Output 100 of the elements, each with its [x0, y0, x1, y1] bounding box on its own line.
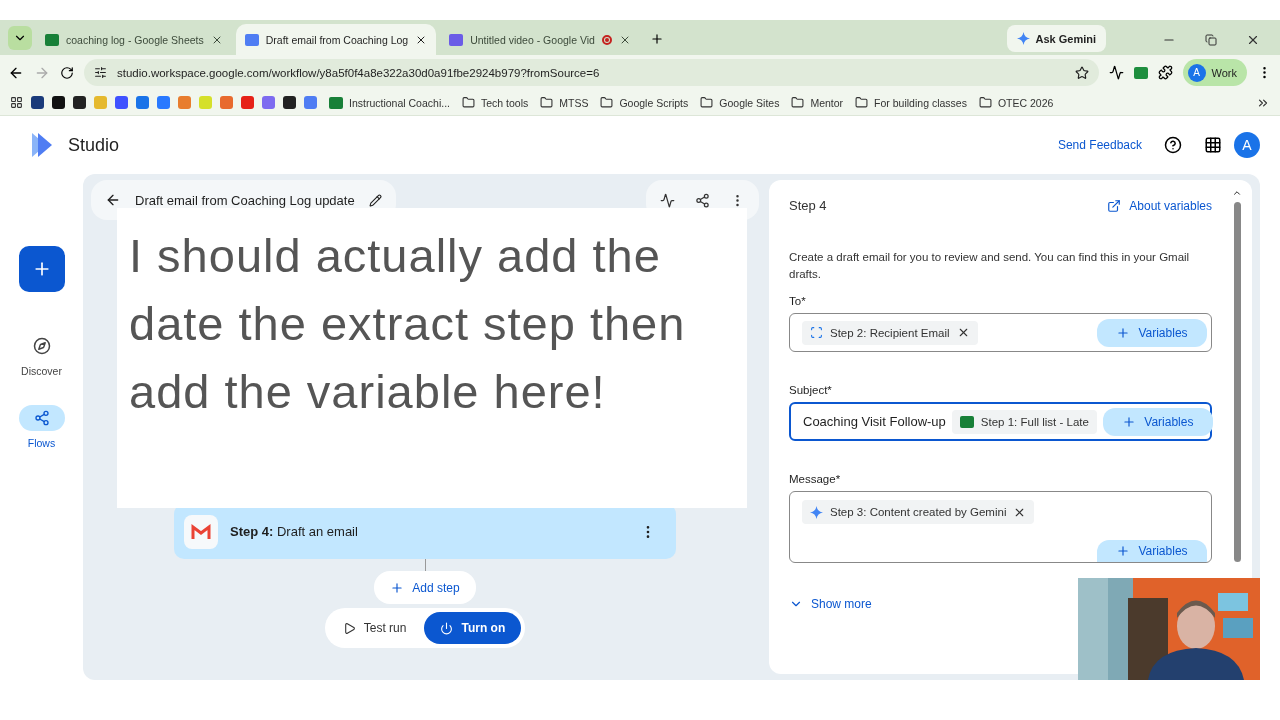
sheets-icon	[329, 96, 343, 109]
field-label: Subject*	[789, 384, 833, 396]
mail-logo-icon	[191, 523, 211, 540]
account-avatar[interactable]: A	[1234, 132, 1260, 158]
bookmark-label: Google Sites	[719, 96, 780, 109]
bookmark-label: Tech tools	[480, 96, 529, 109]
bookmark-link[interactable]: Mentor	[791, 96, 844, 109]
nav-item[interactable]: Flows	[12, 404, 71, 450]
create-button[interactable]	[18, 246, 65, 292]
tab-list-button[interactable]	[8, 26, 32, 50]
bookmark-label: OTEC 2026	[997, 96, 1054, 109]
plus-icon	[1116, 325, 1131, 340]
edit-icon[interactable]	[368, 193, 382, 207]
step-label: Step 4	[789, 198, 827, 213]
bookmark-link[interactable]: Tech tools	[461, 96, 529, 109]
bookmark-icon[interactable]	[73, 96, 86, 109]
add-step-button[interactable]: Add step	[374, 571, 476, 604]
bookmark-label: MTSS	[559, 96, 589, 109]
compass-icon	[32, 337, 51, 355]
field-value: Coaching Visit Follow-up	[803, 414, 946, 429]
app-title: Studio	[68, 134, 120, 156]
folder-icon	[791, 96, 805, 109]
browser-tab[interactable]: coaching log - Google Sheets	[36, 24, 232, 55]
tab-favicon-icon	[244, 33, 259, 46]
input-field[interactable]: Coaching Visit Follow-up Step 1: Full list - Late Variables	[789, 402, 1212, 441]
reload-icon[interactable]	[60, 65, 74, 80]
bookmark-label: Google Scripts	[619, 96, 689, 109]
bookmark-label: Instructional Coachi...	[349, 96, 450, 109]
sparkle-icon	[810, 505, 823, 519]
bookmark-link[interactable]: Google Scripts	[600, 96, 689, 109]
bookmark-link[interactable]: MTSS	[540, 96, 589, 109]
variables-button[interactable]: Variables	[1097, 540, 1207, 562]
test-run-button[interactable]: Test run	[328, 612, 421, 644]
nav-label: Discover	[21, 365, 62, 377]
url-text: studio.workspace.google.com/workflow/y8a5f0f4a8e322a30d0a91fbe2924b979?fromSource=6	[117, 66, 601, 79]
bookmark-icon[interactable]	[283, 96, 296, 109]
bookmark-icon[interactable]	[52, 96, 65, 109]
back-icon[interactable]	[105, 192, 121, 208]
tab-favicon-icon	[449, 33, 464, 46]
plus-icon	[390, 580, 405, 595]
nav-item[interactable]: Discover	[12, 332, 71, 378]
variables-button[interactable]: Variables	[1102, 407, 1213, 436]
browser-tab[interactable]: Draft email from Coaching Log	[235, 24, 437, 55]
input-field[interactable]: Step 2: Recipient Email Variables	[789, 313, 1212, 352]
help-icon[interactable]	[1164, 136, 1182, 154]
folder-icon	[855, 96, 869, 109]
site-settings-icon[interactable]	[94, 66, 107, 79]
extension-icon[interactable]	[1133, 66, 1148, 79]
nav-label: Flows	[27, 437, 56, 449]
flow-title: Draft email from Coaching Log update	[135, 192, 355, 208]
play-icon	[342, 621, 356, 635]
note-overlay: I should actually add the date the extract step then add the variable here!	[117, 208, 747, 508]
star-icon[interactable]	[1074, 65, 1089, 80]
new-tab-icon[interactable]	[649, 32, 664, 46]
field-label: Message*	[789, 473, 842, 485]
bookmark-label: Mentor	[810, 96, 844, 109]
input-field[interactable]: Step 3: Content created by Gemini Variables	[789, 491, 1212, 563]
field-label: To*	[789, 295, 807, 307]
ask-gemini-button[interactable]: Ask Gemini	[1007, 25, 1106, 52]
flows-icon	[33, 410, 50, 426]
profile-label: Work	[1211, 66, 1237, 79]
browser-tab[interactable]: Untitled video - Google Vid	[440, 24, 640, 55]
variable-chip[interactable]: Step 2: Recipient Email	[802, 320, 978, 345]
apps-icon[interactable]	[1204, 136, 1222, 154]
bookmark-link[interactable]: For building classes	[855, 96, 967, 109]
folder-icon	[461, 96, 475, 109]
folder-icon	[700, 96, 714, 109]
plus-icon	[1116, 544, 1131, 558]
external-link-icon	[1107, 198, 1122, 213]
restore-icon[interactable]	[1205, 34, 1217, 46]
bookmark-link[interactable]: Instructional Coachi...	[329, 96, 450, 109]
address-bar[interactable]: studio.workspace.google.com/workflow/y8a5f0f4a8e322a30d0a91fbe2924b979?fromSource=6	[84, 59, 1099, 86]
step-description: Create a draft email for you to review and send. You can find this in your Gmail drafts.	[789, 250, 1191, 282]
scroll-up-icon[interactable]	[1232, 188, 1242, 198]
about-variables-link[interactable]: About variables	[1107, 198, 1212, 213]
variable-chip[interactable]: Step 1: Full list - Late	[951, 409, 1097, 434]
bookmark-label: For building classes	[874, 96, 967, 109]
profile-button[interactable]: A Work	[1182, 59, 1247, 86]
activity-icon[interactable]	[660, 192, 675, 208]
bookmark-link[interactable]: OTEC 2026	[978, 96, 1054, 109]
step-title: Step 4: Draft an email	[230, 524, 359, 539]
folder-icon	[978, 96, 992, 109]
variable-chip[interactable]: Step 3: Content created by Gemini	[802, 500, 1035, 524]
send-feedback-link[interactable]: Send Feedback	[1057, 138, 1142, 152]
plus-icon	[1122, 414, 1137, 429]
bookmark-icon[interactable]	[31, 96, 44, 109]
share-icon[interactable]	[695, 192, 710, 208]
turn-on-button[interactable]: Turn on	[424, 612, 522, 644]
show-more-button[interactable]: Show more	[789, 597, 872, 611]
bookmark-link[interactable]: Google Sites	[700, 96, 780, 109]
extensions-icon[interactable]	[1157, 65, 1173, 80]
variables-button[interactable]: Variables	[1097, 318, 1207, 347]
close-icon[interactable]	[1246, 33, 1260, 47]
sparkle-icon	[1017, 32, 1031, 45]
scrollbar-thumb[interactable]	[1233, 202, 1241, 562]
variable-icon	[810, 326, 823, 339]
folder-icon	[600, 96, 614, 109]
profile-avatar: A	[1187, 63, 1206, 82]
apps-icon[interactable]	[10, 96, 23, 109]
tab-favicon-icon	[45, 33, 59, 46]
